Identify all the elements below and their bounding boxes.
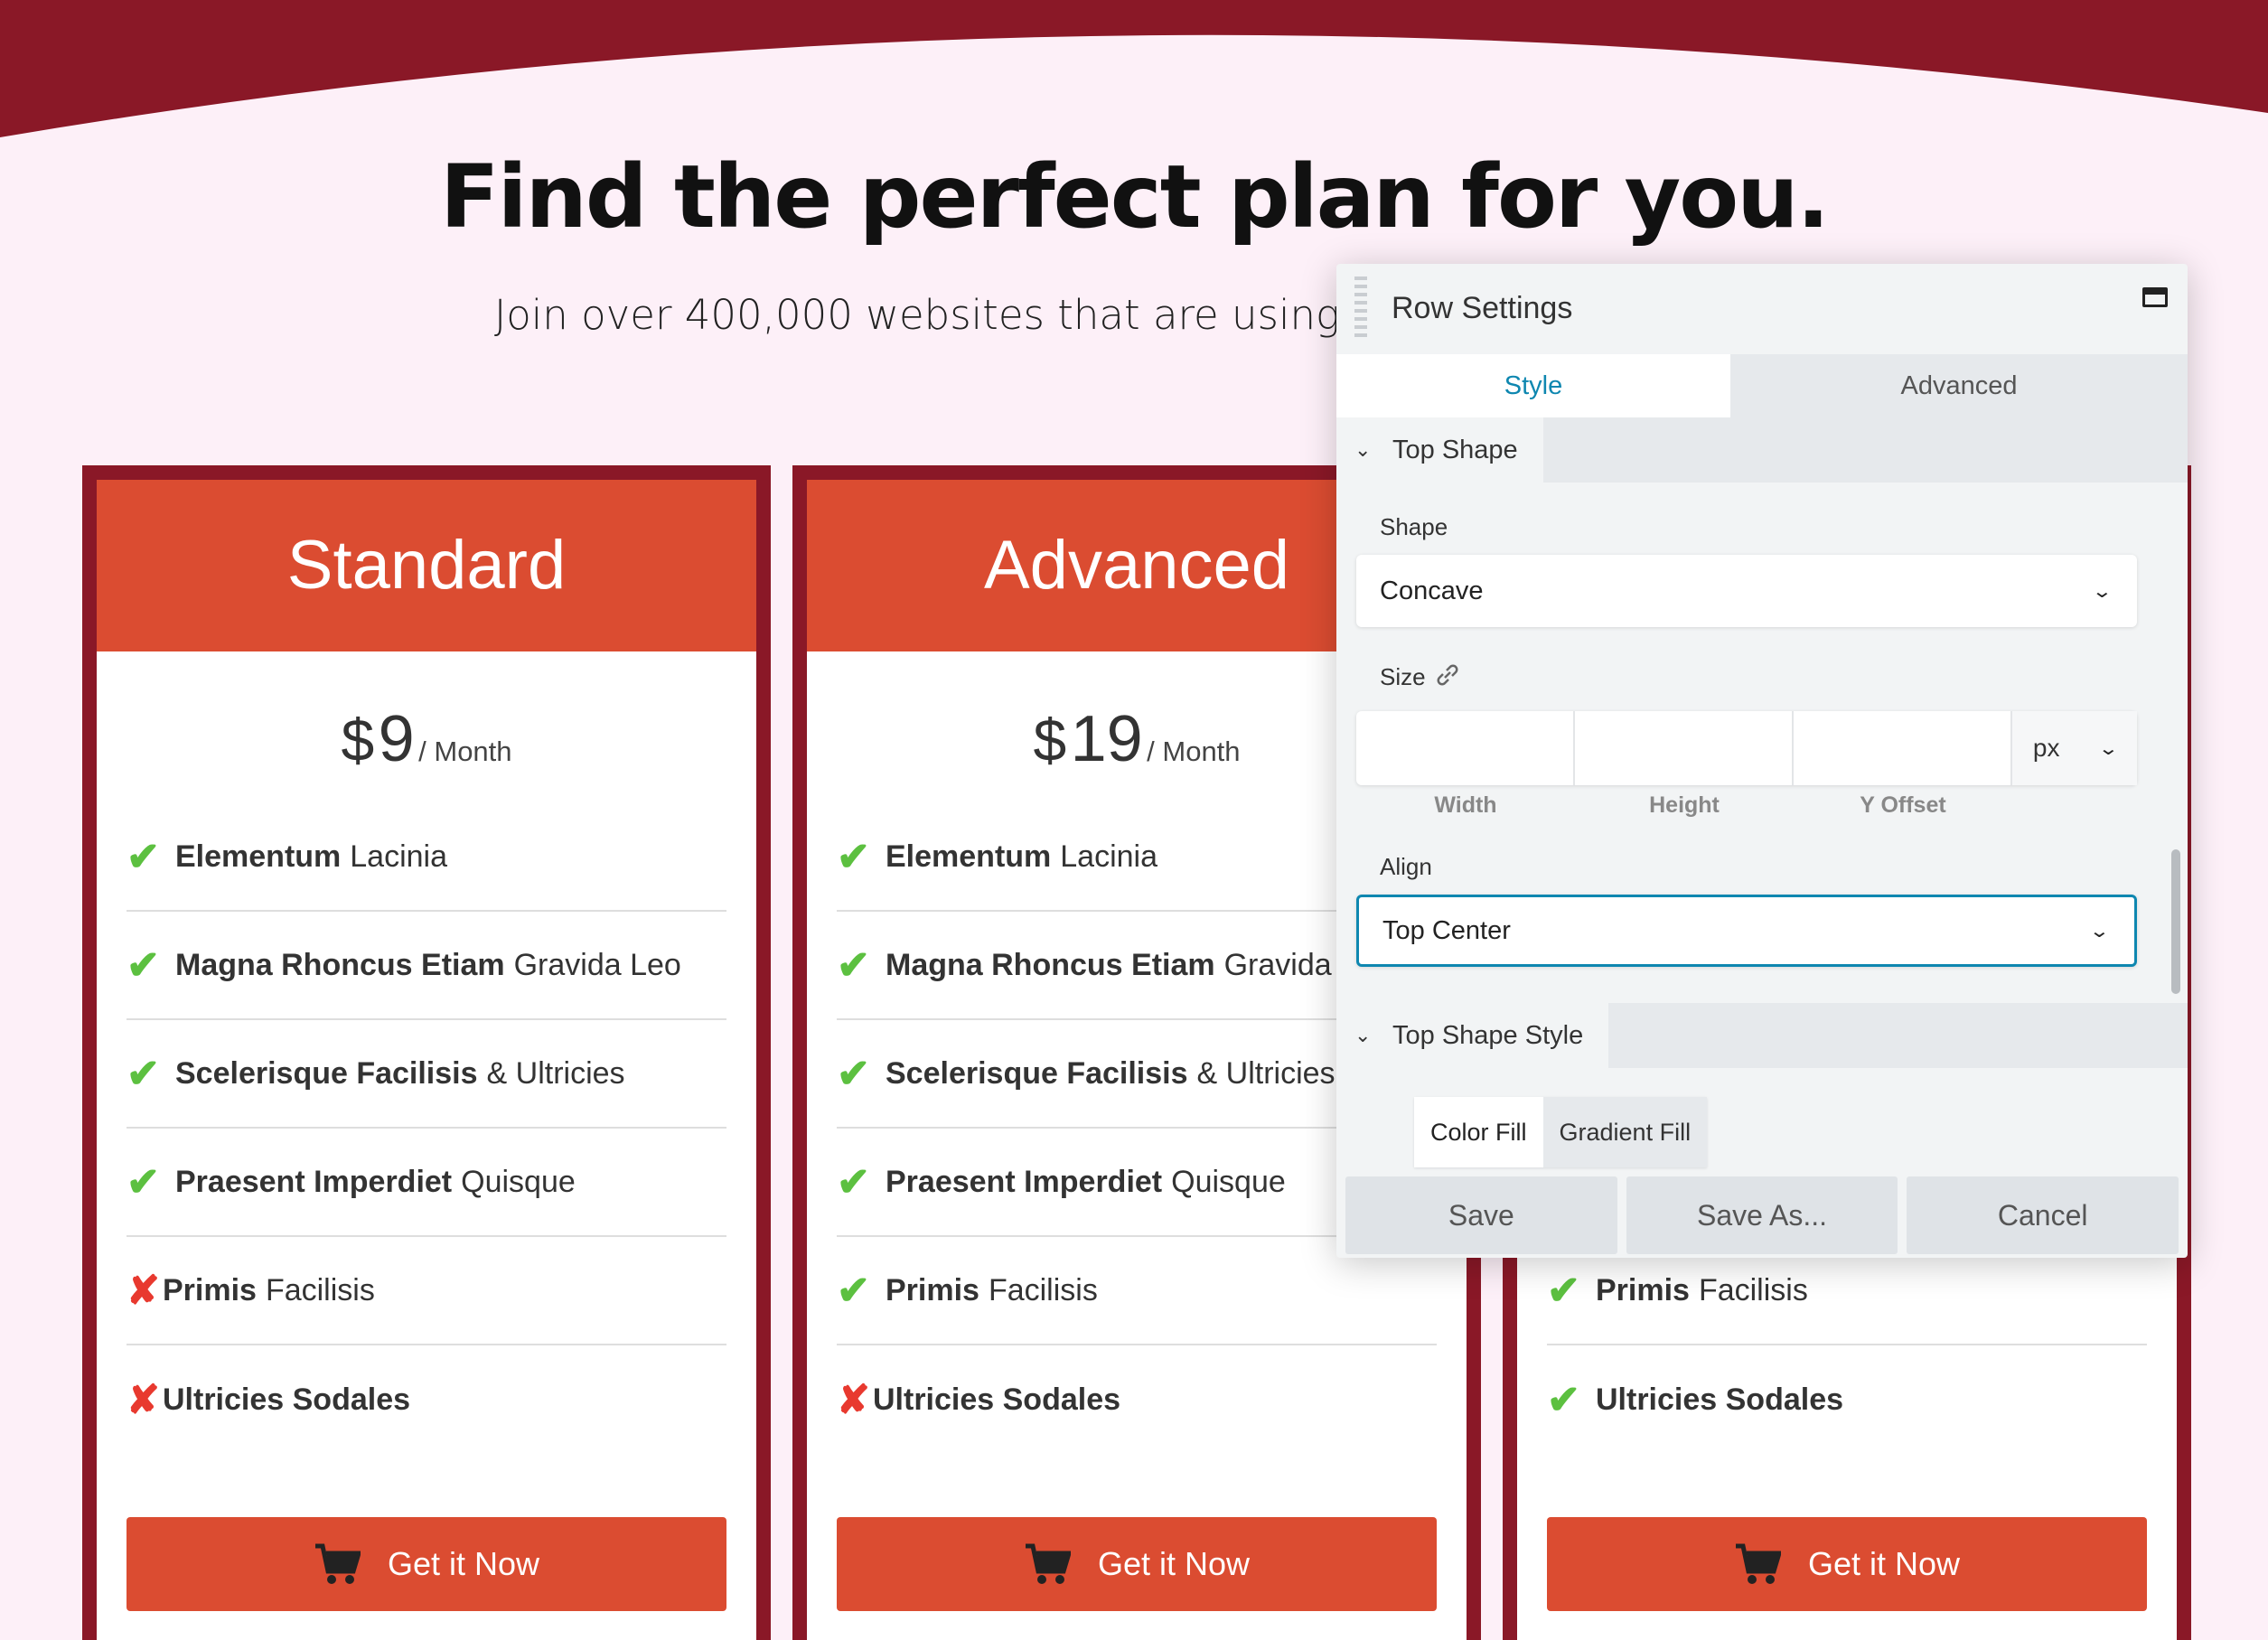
check-icon: ✔ — [837, 1268, 870, 1313]
height-sublabel: Height — [1649, 792, 1720, 818]
chevron-down-icon: ⌄ — [1354, 1024, 1372, 1046]
feature-item: ✘ Primis Facilisis — [127, 1237, 726, 1345]
cancel-button[interactable]: Cancel — [1907, 1176, 2179, 1254]
y-offset-input[interactable] — [1794, 711, 2012, 785]
save-as-button[interactable]: Save As... — [1626, 1176, 1898, 1254]
feature-item: ✔ Elementum Lacinia — [127, 803, 726, 912]
feature-item: ✔ Praesent Imperdiet Quisque — [127, 1129, 726, 1237]
feature-item: ✘ Ultricies Sodales — [127, 1377, 411, 1422]
check-icon: ✔ — [1547, 1268, 1580, 1313]
chevron-down-icon: ⌄ — [1354, 438, 1372, 461]
cross-icon: ✘ — [127, 1268, 160, 1313]
width-sublabel: Width — [1434, 792, 1497, 818]
shape-label: Shape — [1380, 513, 1448, 540]
check-icon: ✔ — [127, 1051, 160, 1096]
check-icon: ✔ — [837, 834, 870, 879]
section-top-shape-style[interactable]: ⌄ Top Shape Style — [1336, 1003, 2188, 1068]
feature-item: ✔ Magna Rhoncus Etiam Gravida Leo — [127, 912, 726, 1020]
page-subheadline: Join over 400,000 websites that are usin… — [494, 291, 1378, 339]
pricing-card-standard: Standard $ 9 / Month ✔ Elementum Lacinia ✔… — [82, 465, 771, 1640]
chevron-down-icon: ⌄ — [2088, 921, 2111, 942]
check-icon: ✔ — [1547, 1377, 1580, 1422]
cross-icon: ✘ — [127, 1377, 160, 1422]
get-it-now-button[interactable]: Get it Now — [1547, 1517, 2147, 1611]
maximize-icon[interactable] — [2142, 287, 2168, 307]
get-it-now-button[interactable]: Get it Now — [127, 1517, 726, 1611]
align-label: Align — [1380, 853, 1432, 880]
chevron-down-icon: ⌄ — [2091, 581, 2113, 602]
cross-icon: ✘ — [837, 1377, 870, 1422]
check-icon: ✔ — [127, 942, 160, 988]
plan-price: $ 9 / Month — [341, 703, 512, 775]
page-headline: Find the perfect plan for you. — [440, 146, 1830, 248]
get-it-now-button[interactable]: Get it Now — [837, 1517, 1437, 1611]
shape-select[interactable]: Concave ⌄ — [1356, 555, 2137, 627]
fill-type-toggle: Color Fill Gradient Fill — [1414, 1097, 1708, 1167]
section-top-shape[interactable]: ⌄ Top Shape — [1336, 417, 2188, 483]
check-icon: ✔ — [837, 942, 870, 988]
check-icon: ✔ — [837, 1051, 870, 1096]
cart-icon — [1025, 1543, 1071, 1584]
panel-header: Row Settings — [1336, 264, 2188, 354]
cart-icon — [1735, 1543, 1781, 1584]
panel-title: Row Settings — [1392, 291, 1573, 325]
tab-advanced[interactable]: Advanced — [1730, 354, 2188, 417]
cart-icon — [314, 1543, 361, 1584]
size-inputs: px ⌄ — [1356, 711, 2137, 785]
check-icon: ✔ — [837, 1159, 870, 1204]
feature-item: ✔ Scelerisque Facilisis & Ultricies — [127, 1020, 726, 1129]
top-shape-concave — [0, 0, 2268, 137]
height-input[interactable] — [1575, 711, 1794, 785]
feature-item: ✔ Ultricies Sodales — [1547, 1377, 1844, 1422]
y-offset-sublabel: Y Offset — [1860, 792, 1946, 818]
chevron-down-icon: ⌄ — [2097, 738, 2120, 759]
plan-title: Standard — [97, 480, 756, 651]
check-icon: ✔ — [127, 1159, 160, 1204]
feature-list: ✔ Elementum Lacinia ✔ Magna Rhoncus Etiam Gr… — [127, 803, 726, 1454]
width-input[interactable] — [1356, 711, 1575, 785]
link-icon[interactable] — [1434, 661, 1461, 689]
align-select[interactable]: Top Center ⌄ — [1356, 895, 2137, 967]
row-settings-panel: Row Settings Style Advanced ⌄ Top Shape S… — [1336, 264, 2188, 1258]
save-button[interactable]: Save — [1345, 1176, 1617, 1254]
panel-tabs: Style Advanced — [1336, 354, 2188, 417]
feature-item: ✘ Ultricies Sodales — [837, 1377, 1121, 1422]
size-label: Size — [1380, 663, 1426, 690]
drag-handle-icon[interactable] — [1354, 276, 1367, 340]
unit-select[interactable]: px ⌄ — [2012, 711, 2137, 785]
check-icon: ✔ — [127, 834, 160, 879]
gradient-fill-button[interactable]: Gradient Fill — [1542, 1097, 1708, 1167]
panel-scrollbar[interactable] — [2171, 849, 2180, 994]
panel-footer: Save Save As... Cancel — [1336, 1176, 2188, 1254]
color-fill-button[interactable]: Color Fill — [1414, 1097, 1543, 1167]
tab-style[interactable]: Style — [1336, 354, 1730, 417]
